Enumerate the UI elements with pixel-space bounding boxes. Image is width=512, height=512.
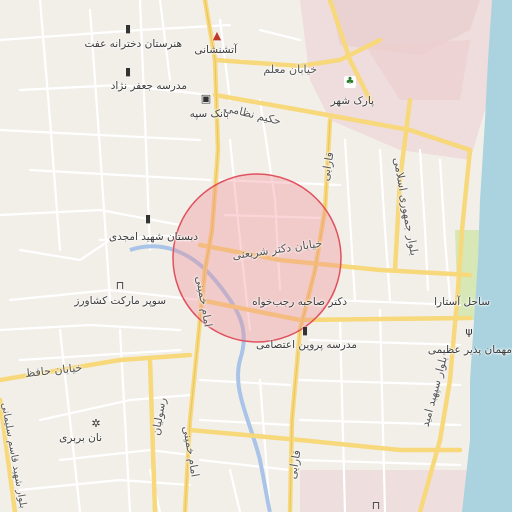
bakery-icon[interactable]: ✲ bbox=[90, 418, 102, 430]
fire-station-icon[interactable]: ▲ bbox=[211, 30, 223, 42]
school-icon[interactable]: ▮ bbox=[122, 66, 134, 78]
label-fire-station: آتشنشانی bbox=[194, 44, 237, 56]
bank-icon[interactable]: ▣ bbox=[200, 93, 212, 105]
shopping-basket-icon[interactable]: ⊓ bbox=[370, 500, 382, 512]
label-parvin-etesami-school: مدرسه پروین اعتصامی bbox=[255, 339, 357, 351]
school-icon[interactable]: ▮ bbox=[142, 213, 154, 225]
label-girls-school: هنرستان دخترانه عفت bbox=[84, 38, 182, 50]
park-icon[interactable]: ♣ bbox=[344, 76, 356, 88]
map-canvas[interactable]: هنرستان دخترانه عفت ▮ آتشنشانی ▲ خیابان … bbox=[0, 0, 512, 512]
school-icon[interactable]: ▮ bbox=[299, 325, 311, 337]
label-astara-beach: ساحل آستارا bbox=[434, 296, 490, 308]
label-dr-rajabkhah: دکتر صاحبه رجب‌خواه bbox=[252, 296, 347, 308]
restaurant-icon[interactable]: ψ bbox=[463, 326, 475, 338]
school-icon[interactable]: ▮ bbox=[122, 23, 134, 35]
label-muallem-street: خیابان معلم bbox=[263, 63, 317, 76]
label-jafar-nejad-school: مدرسه جعفر نژاد bbox=[110, 80, 187, 92]
label-shahid-amjadi-school: دبستان شهید امجدی bbox=[108, 231, 198, 243]
shopping-basket-icon[interactable]: ⊓ bbox=[114, 280, 126, 292]
label-barbari-bakery: نان بربری bbox=[59, 432, 102, 444]
label-city-park: پارک شهر bbox=[330, 95, 374, 107]
label-keshavarz-supermarket: سوپر مارکت کشاورز bbox=[74, 295, 166, 307]
